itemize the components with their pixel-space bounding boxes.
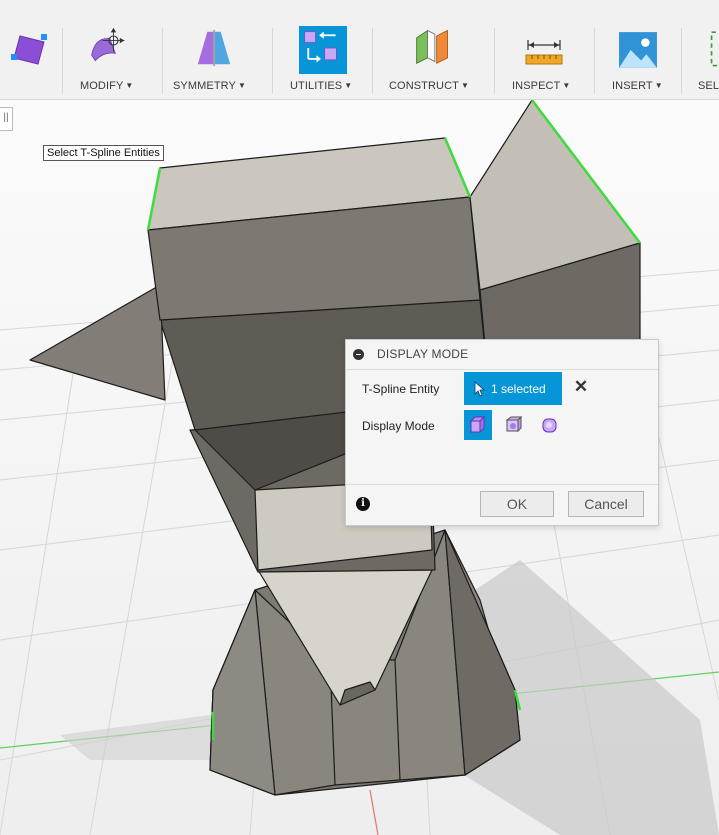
canvas-viewport[interactable]: || Select T-Spline Entities DISPLAY MODE…: [0, 100, 719, 835]
chevron-down-icon: ▼: [344, 81, 353, 90]
toolbar-separator: [62, 28, 63, 94]
chevron-down-icon: ▼: [460, 81, 469, 90]
insert-label: INSERT: [612, 80, 653, 92]
toolbar-separator: [494, 28, 495, 94]
toolbar-inspect[interactable]: INSPECT ▼: [504, 22, 589, 92]
box-display-icon: [469, 416, 486, 434]
chevron-down-icon: ▼: [237, 81, 246, 90]
display-mode-dialog: DISPLAY MODE T-Spline Entity 1 selected …: [345, 339, 659, 526]
dialog-title: DISPLAY MODE: [377, 347, 469, 361]
dialog-header[interactable]: DISPLAY MODE: [346, 340, 658, 370]
smooth-display-icon: [542, 418, 557, 433]
toolbar: MODIFY ▼ SYMMETRY ▼ UTILITIES ▼ CONSTRUC…: [0, 0, 719, 100]
modify-label: MODIFY: [80, 80, 124, 92]
toolbar-symmetry[interactable]: SYMMETRY ▼: [168, 22, 263, 92]
select-icon: [710, 31, 719, 67]
tooltip: Select T-Spline Entities: [43, 145, 164, 161]
symmetry-label: SYMMETRY: [173, 80, 236, 92]
modify-icon: [91, 27, 125, 62]
insert-icon: [619, 32, 657, 68]
smooth-display-button[interactable]: [536, 410, 564, 440]
symmetry-icon: [197, 29, 231, 67]
form-tool-icon[interactable]: [10, 32, 54, 68]
toolbar-separator: [594, 28, 595, 94]
ok-button[interactable]: OK: [480, 491, 554, 517]
construct-icon: [416, 29, 448, 65]
collapse-icon[interactable]: [353, 349, 364, 360]
cancel-button[interactable]: Cancel: [568, 491, 644, 517]
construct-label: CONSTRUCT: [389, 80, 459, 92]
toolbar-construct[interactable]: CONSTRUCT ▼: [385, 22, 485, 92]
toolbar-separator: [272, 28, 273, 94]
info-icon[interactable]: i: [356, 497, 370, 511]
toolbar-insert[interactable]: INSERT ▼: [604, 22, 674, 92]
utilities-icon: [304, 31, 337, 63]
chevron-down-icon: ▼: [654, 81, 663, 90]
toolbar-select[interactable]: SEL: [690, 22, 719, 92]
toolbar-utilities[interactable]: UTILITIES ▼: [284, 22, 364, 92]
browser-panel-handle[interactable]: ||: [0, 107, 13, 131]
control-frame-display-icon: [505, 416, 523, 433]
selection-count: 1 selected: [491, 382, 546, 396]
chevron-down-icon: ▼: [562, 81, 571, 90]
toolbar-modify[interactable]: MODIFY ▼: [70, 22, 150, 92]
select-label: SEL: [698, 80, 719, 92]
cursor-arrow-icon: [474, 381, 486, 397]
clear-selection-icon[interactable]: ✕: [572, 378, 590, 396]
display-mode-label: Display Mode: [362, 419, 435, 433]
dialog-divider: [346, 484, 658, 485]
control-frame-display-button[interactable]: [500, 410, 528, 440]
box-display-button[interactable]: [464, 410, 492, 440]
chevron-down-icon: ▼: [125, 81, 134, 90]
inspect-label: INSPECT: [512, 80, 561, 92]
utilities-label: UTILITIES: [290, 80, 343, 92]
toolbar-separator: [162, 28, 163, 94]
inspect-icon: [525, 40, 563, 65]
toolbar-separator: [372, 28, 373, 94]
t-spline-entity-selection-button[interactable]: 1 selected: [464, 372, 562, 405]
toolbar-separator: [681, 28, 682, 94]
t-spline-entity-label: T-Spline Entity: [362, 382, 440, 396]
